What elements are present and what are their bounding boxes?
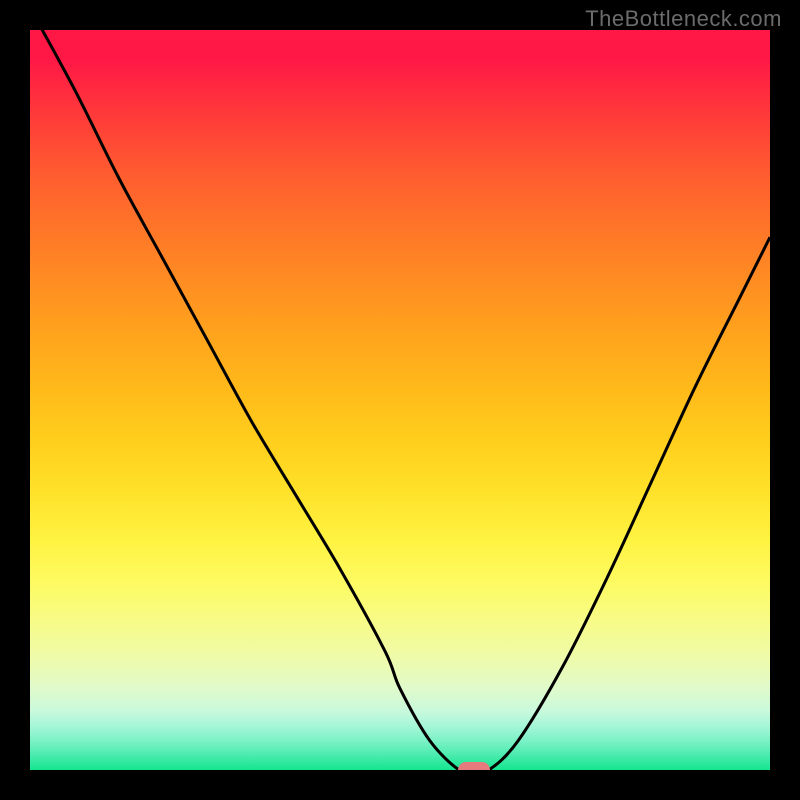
bottleneck-curve-path	[30, 30, 770, 770]
chart-frame: TheBottleneck.com	[0, 0, 800, 800]
curve-overlay	[30, 30, 770, 770]
watermark-text: TheBottleneck.com	[585, 6, 782, 32]
optimal-point-marker	[458, 762, 490, 770]
plot-area	[30, 30, 770, 770]
